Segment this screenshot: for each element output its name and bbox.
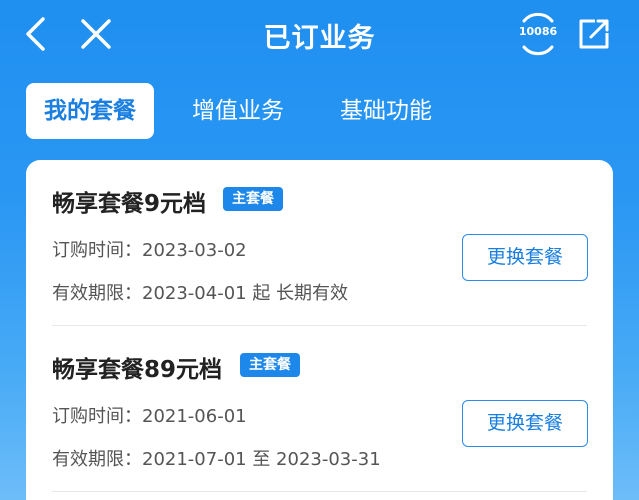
change-package-button[interactable]: 更换套餐 bbox=[462, 234, 588, 281]
purchase-time-row: 订购时间：2023-03-02 bbox=[52, 236, 247, 262]
purchase-time-label: 订购时间： bbox=[52, 240, 142, 261]
tab-bar: 我的套餐 增值业务 基础功能 bbox=[0, 83, 639, 139]
purchase-time-value: 2023-03-02 bbox=[142, 240, 247, 261]
validity-label: 有效期限： bbox=[52, 449, 142, 470]
validity-label: 有效期限： bbox=[52, 283, 142, 304]
validity-row: 有效期限：2023-04-01 起 长期有效 bbox=[52, 279, 348, 305]
share-button[interactable] bbox=[572, 12, 616, 56]
package-name: 畅享套餐9元档 bbox=[52, 191, 207, 217]
main-package-badge: 主套餐 bbox=[240, 353, 300, 377]
validity-row: 有效期限：2021-07-01 至 2023-03-31 bbox=[52, 445, 381, 471]
package-name: 畅享套餐89元档 bbox=[52, 357, 223, 383]
purchase-time-label: 订购时间： bbox=[52, 406, 142, 427]
divider bbox=[52, 491, 587, 492]
package-item: 畅享套餐9元档 主套餐 订购时间：2023-03-02 有效期限：2023-04… bbox=[26, 160, 613, 326]
purchase-time-row: 订购时间：2021-06-01 bbox=[52, 402, 247, 428]
hotline-button[interactable]: 10086 bbox=[514, 12, 562, 56]
main-package-badge: 主套餐 bbox=[223, 187, 283, 211]
validity-value: 2023-04-01 起 长期有效 bbox=[142, 283, 349, 304]
share-icon bbox=[579, 19, 609, 49]
tab-my-package[interactable]: 我的套餐 bbox=[26, 83, 154, 139]
package-item: 畅享套餐89元档 主套餐 订购时间：2021-06-01 有效期限：2021-0… bbox=[26, 326, 613, 492]
header-bar: 已订业务 10086 bbox=[0, 0, 639, 70]
change-package-button[interactable]: 更换套餐 bbox=[462, 400, 588, 447]
purchase-time-value: 2021-06-01 bbox=[142, 406, 247, 427]
tab-basic-functions[interactable]: 基础功能 bbox=[324, 83, 448, 139]
package-list-card: 畅享套餐9元档 主套餐 订购时间：2023-03-02 有效期限：2023-04… bbox=[26, 160, 613, 500]
hotline-number: 10086 bbox=[518, 25, 558, 38]
tab-value-added[interactable]: 增值业务 bbox=[176, 83, 300, 139]
validity-value: 2021-07-01 至 2023-03-31 bbox=[142, 449, 381, 470]
